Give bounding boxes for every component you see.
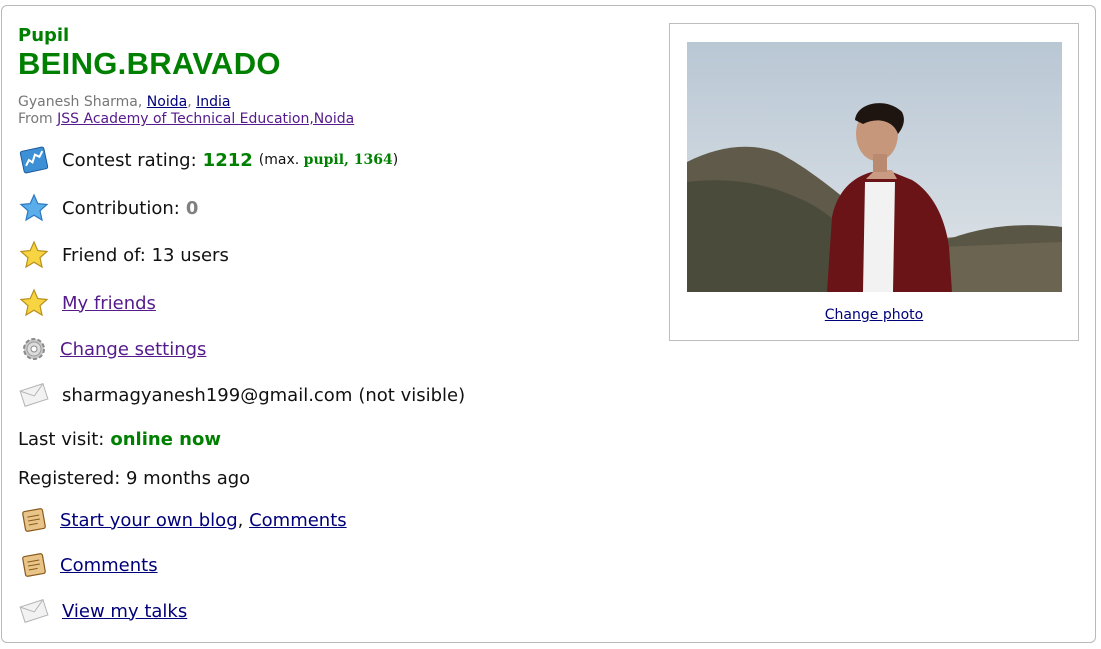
email-row: sharmagyanesh199@gmail.com (not visible) [18,379,465,411]
user-rank: Pupil [18,25,70,46]
blog-row: Start your own blog, Comments [18,504,347,536]
contest-rating-row: Contest rating: 1212 (max. pupil, 1364) [18,144,398,176]
last-visit-label: Last visit: [18,429,105,450]
city-link[interactable]: Noida [147,94,187,110]
view-talks-link[interactable]: View my talks [62,601,187,622]
friend-of-row: Friend of: 13 users [18,239,229,271]
contest-rating-value: 1212 [202,149,253,171]
last-visit-value: online now [110,429,221,450]
from-label: From [18,111,53,127]
email-address: sharmagyanesh199@gmail.com [62,384,353,406]
real-name: Gyanesh Sharma [18,94,138,110]
contribution-value: 0 [185,197,199,219]
comments-row: Comments [18,549,158,581]
gold-star-icon [18,239,50,271]
contest-rating-label: Contest rating: [62,149,197,171]
talks-row: View my talks [18,595,187,627]
max-rating-value: pupil, 1364 [303,152,393,168]
last-visit-row: Last visit: online now [18,429,221,450]
user-photo-box: Change photo [669,23,1079,341]
rating-chart-icon [18,144,50,176]
contribution-row: Contribution: 0 [18,192,198,224]
envelope-icon [18,379,50,411]
comments-notepad-icon [18,549,50,581]
user-organization-line: From JSS Academy of Technical Education,… [18,111,354,127]
change-photo-link[interactable]: Change photo [825,307,923,323]
change-settings-row: Change settings [18,333,206,365]
my-friends-link[interactable]: My friends [62,293,156,314]
gear-icon [18,333,50,365]
user-handle: BEING.BRAVADO [18,46,281,81]
max-rating: (max. pupil, 1364) [258,152,399,168]
registered-text: Registered: 9 months ago [18,468,251,489]
change-photo-row: Change photo [670,307,1078,323]
user-photo [687,42,1062,292]
organization-link[interactable]: JSS Academy of Technical Education,Noida [57,111,354,127]
email-visibility: (not visible) [358,384,466,406]
contribution-label: Contribution: [62,197,180,219]
my-friends-row: My friends [18,287,156,319]
comments-link[interactable]: Comments [60,555,158,576]
user-location-line: Gyanesh Sharma, Noida, India [18,94,231,110]
blue-star-icon [18,192,50,224]
friend-of-text: Friend of: 13 users [62,244,229,266]
change-settings-link[interactable]: Change settings [60,339,206,360]
blog-notepad-icon [18,504,50,536]
blog-comments-link[interactable]: Comments [249,510,347,531]
gold-star-icon [18,287,50,319]
envelope-icon [18,595,50,627]
country-link[interactable]: India [196,94,230,110]
start-blog-link[interactable]: Start your own blog [60,510,238,531]
